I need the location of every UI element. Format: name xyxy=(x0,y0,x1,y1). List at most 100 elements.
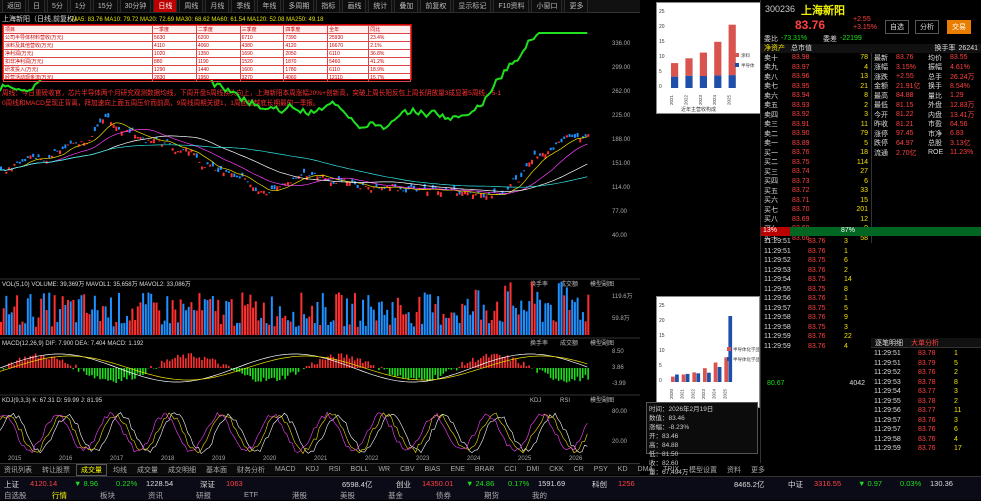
toolbar-item[interactable]: 返回 xyxy=(2,0,26,13)
indicator-tab[interactable]: KD xyxy=(614,466,632,473)
toolbar-item[interactable]: 更多 xyxy=(564,0,588,13)
volume-bar xyxy=(555,322,557,335)
indicator-tab[interactable]: WR xyxy=(374,466,394,473)
status-tab[interactable]: 美股 xyxy=(340,490,355,501)
toolbar-item[interactable]: 小窗口 xyxy=(531,0,562,13)
indicator-tab[interactable]: BIAS xyxy=(421,466,445,473)
indicator-tab[interactable]: CBV xyxy=(396,466,418,473)
indicator-tab[interactable]: BRAR xyxy=(471,466,498,473)
summary-tab-2[interactable]: 总市值 xyxy=(791,43,812,53)
kdj-tab[interactable]: 模型副图 xyxy=(590,396,614,404)
lower-tab-1[interactable]: 逐笔明细 xyxy=(871,338,907,348)
toolbar-item[interactable]: 日 xyxy=(28,0,45,13)
index-name[interactable]: 中证 xyxy=(788,479,803,490)
toolbar-item[interactable]: 30分钟 xyxy=(120,0,152,13)
kdj-tab[interactable]: KDJ xyxy=(530,398,541,404)
indicator-tab[interactable]: 财务分析 xyxy=(233,465,269,475)
toolbar-item[interactable]: 1分 xyxy=(70,0,91,13)
toolbar-item[interactable]: 指标 xyxy=(316,0,340,13)
summary-tab-1[interactable]: 净资产 xyxy=(764,43,785,53)
indicator-tab[interactable]: MACD xyxy=(271,466,300,473)
toolbar-item[interactable]: 日线 xyxy=(153,0,177,13)
status-tab[interactable]: 行情 xyxy=(52,490,67,501)
year-tick-label: 2021 xyxy=(314,456,328,462)
status-tab[interactable]: 基金 xyxy=(388,490,403,501)
indicator-tab[interactable]: CCI xyxy=(500,466,520,473)
candle xyxy=(196,153,198,157)
indicator-tab[interactable]: 更多 xyxy=(747,465,769,475)
status-tab[interactable]: 资讯 xyxy=(148,490,163,501)
indicator-tab[interactable]: BOLL xyxy=(347,466,373,473)
toolbar-item[interactable]: 统计 xyxy=(368,0,392,13)
macd-bar xyxy=(550,368,552,378)
toolbar-item[interactable]: 多周期 xyxy=(283,0,314,13)
indicator-tab[interactable]: CKK xyxy=(545,466,567,473)
volume-tab[interactable]: 模型副图 xyxy=(590,280,614,288)
macd-bar xyxy=(306,366,308,368)
year-tick-label: 2025 xyxy=(518,456,532,462)
toolbar-item[interactable]: 15分 xyxy=(93,0,118,13)
indicator-tab[interactable]: 均线 xyxy=(109,465,131,475)
toolbar-item[interactable]: 季线 xyxy=(231,0,255,13)
macd-bar xyxy=(279,368,281,380)
indicator-tab[interactable]: 转让股票 xyxy=(38,465,74,475)
indicator-tab[interactable]: 成交量 xyxy=(76,464,107,476)
lower-tab-2[interactable]: 大单分析 xyxy=(907,338,943,348)
macd-bar xyxy=(225,364,227,368)
indicator-tab[interactable]: CR xyxy=(570,466,588,473)
toolbar-item[interactable]: 月线 xyxy=(205,0,229,13)
index-name[interactable]: 创业 xyxy=(396,479,411,490)
status-tab[interactable]: ETF xyxy=(244,490,258,499)
indicator-tab[interactable]: ENE xyxy=(446,466,468,473)
toolbar-item[interactable]: 叠加 xyxy=(394,0,418,13)
indicator-tab[interactable]: 成交量 xyxy=(133,465,162,475)
trade-button[interactable]: 交易 xyxy=(947,20,971,34)
candle xyxy=(198,162,200,163)
popup-year-label: 2022 xyxy=(683,94,688,105)
indicator-tab[interactable]: KDJ xyxy=(302,466,323,473)
index-name[interactable]: 深证 xyxy=(200,479,215,490)
macd-tab[interactable]: 模型副图 xyxy=(590,339,614,347)
watchlist-button[interactable]: 自选 xyxy=(885,20,909,34)
status-tab[interactable]: 自选股 xyxy=(4,490,27,501)
status-tab[interactable]: 板块 xyxy=(100,490,115,501)
indicator-tab[interactable]: 模型设置 xyxy=(685,465,721,475)
index-name[interactable]: 上证 xyxy=(4,479,19,490)
indicator-tab[interactable]: DMI xyxy=(522,466,543,473)
indicator-tab[interactable]: TRIX xyxy=(659,466,683,473)
indicator-tab[interactable]: 基本面 xyxy=(202,465,231,475)
year-tick-label: 2023 xyxy=(416,456,430,462)
popup-axis-label: 0 xyxy=(659,378,662,384)
indicator-tab[interactable]: DMA xyxy=(634,466,658,473)
status-tab[interactable]: 债券 xyxy=(436,490,451,501)
macd-tab[interactable]: 成交额 xyxy=(560,339,578,347)
indicator-tab[interactable]: 资讯列表 xyxy=(0,465,36,475)
year-tick-label: 2026 xyxy=(569,456,583,462)
toolbar-item[interactable]: 显示标记 xyxy=(453,0,491,13)
toolbar-item[interactable]: 年线 xyxy=(257,0,281,13)
index-name[interactable]: 科创 xyxy=(592,479,607,490)
status-tab[interactable]: 我的 xyxy=(532,490,547,501)
status-tab[interactable]: 港股 xyxy=(292,490,307,501)
status-tab[interactable]: 研报 xyxy=(196,490,211,501)
status-tab[interactable]: 期货 xyxy=(484,490,499,501)
toolbar-item[interactable]: F10资料 xyxy=(493,0,529,13)
index-value: 1063 xyxy=(226,479,243,488)
toolbar-item[interactable]: 周线 xyxy=(179,0,203,13)
indicator-tab[interactable]: PSY xyxy=(590,466,612,473)
indicator-tab[interactable]: RSI xyxy=(325,466,345,473)
macd-tab[interactable]: 换手率 xyxy=(530,339,548,347)
volume-bar xyxy=(416,312,418,335)
analysis-button[interactable]: 分析 xyxy=(915,20,939,34)
indicator-tab[interactable]: 资料 xyxy=(723,465,745,475)
volume-tab[interactable]: 成交额 xyxy=(560,280,578,288)
toolbar-item[interactable]: 画线 xyxy=(342,0,366,13)
kdj-tab[interactable]: RSI xyxy=(560,398,570,404)
candle xyxy=(236,176,238,178)
table-cell: 880 xyxy=(153,58,197,66)
toolbar-item[interactable]: 前复权 xyxy=(420,0,451,13)
revenue-bar xyxy=(692,372,696,382)
indicator-tab[interactable]: 成交明细 xyxy=(164,465,200,475)
volume-bar xyxy=(550,305,552,335)
toolbar-item[interactable]: 5分 xyxy=(47,0,68,13)
